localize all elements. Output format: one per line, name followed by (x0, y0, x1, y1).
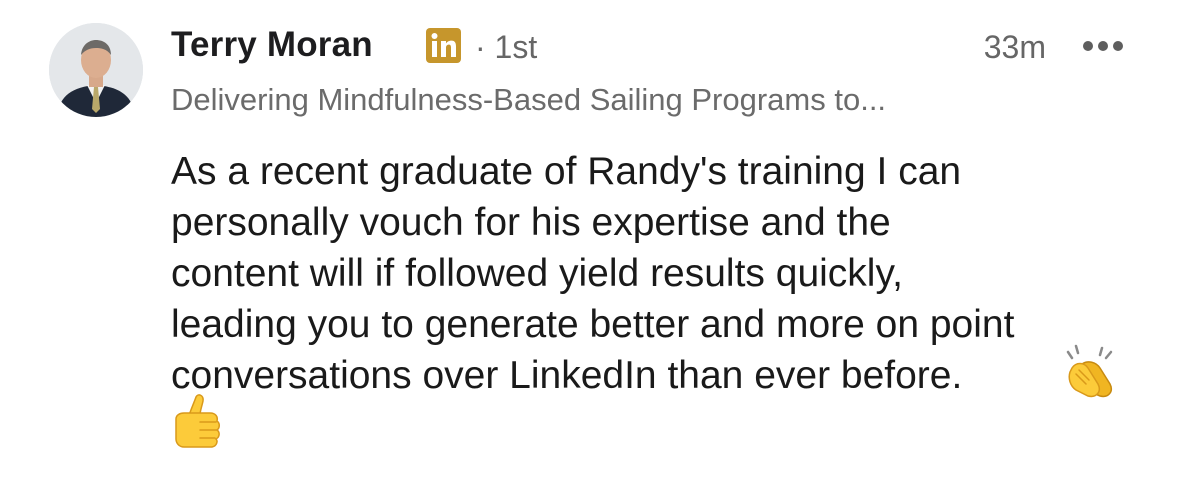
thumbs-up-icon (175, 394, 220, 448)
author-headline: Delivering Mindfulness-Based Sailing Pro… (171, 82, 887, 117)
connection-degree: · 1st (475, 29, 538, 65)
author-name[interactable]: Terry Moran (171, 22, 373, 68)
post-text-line: personally vouch for his expertise and t… (171, 201, 891, 244)
post-text-line: As a recent graduate of Randy's training… (171, 150, 962, 193)
post-text-line: content will if followed yield results q… (171, 252, 903, 295)
post-text: As a recent graduate of Randy's training… (171, 146, 1161, 401)
degree-label: 1st (494, 29, 538, 65)
avatar[interactable] (49, 23, 143, 117)
post-card: Terry Moran · 1st 33m Delivering Mindful… (0, 0, 1179, 481)
avatar-photo (49, 23, 143, 117)
more-horizontal-icon[interactable] (1082, 39, 1124, 53)
post-timestamp: 33m (983, 29, 1046, 65)
linkedin-icon (426, 28, 461, 63)
post-text-line: leading you to generate better and more … (171, 303, 1015, 346)
post-text-line: conversations over LinkedIn than ever be… (171, 354, 963, 397)
clapping-hands-icon (1066, 344, 1113, 398)
